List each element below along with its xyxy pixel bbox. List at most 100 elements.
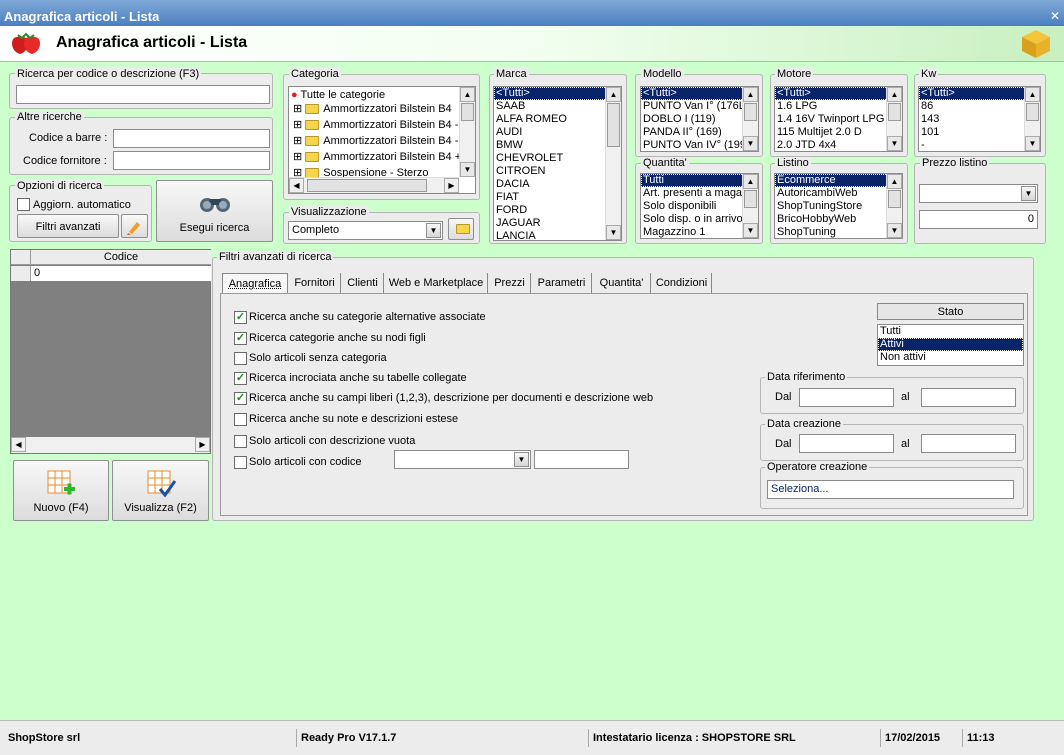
- model-list[interactable]: <Tutti> PUNTO Van I° (176L DOBLO I (119)…: [640, 86, 759, 152]
- check-no-category[interactable]: [234, 352, 247, 365]
- state-option[interactable]: Tutti: [878, 325, 1023, 338]
- price-operator-select[interactable]: ▼: [919, 184, 1038, 203]
- creation-date-from-input[interactable]: [799, 434, 894, 453]
- pricelist-option[interactable]: Ecommerce: [775, 174, 902, 187]
- advanced-filters-button[interactable]: Filtri avanzati: [17, 214, 119, 238]
- tab-web-marketplace[interactable]: Web e Marketplace: [385, 273, 488, 293]
- kw-option[interactable]: 101: [919, 126, 1040, 139]
- filter-brush-button[interactable]: [121, 214, 148, 238]
- quantity-option[interactable]: Art. presenti a maga: [641, 187, 758, 200]
- category-item[interactable]: ⊞ Ammortizzatori Bilstein B4 - PC: [289, 135, 475, 151]
- code-desc-search-input[interactable]: [16, 85, 270, 104]
- quantity-option[interactable]: Magazzino 1: [641, 226, 758, 238]
- new-button[interactable]: Nuovo (F4): [13, 460, 109, 521]
- engine-option[interactable]: 1.4 16V Twinport LPG: [775, 113, 902, 126]
- brand-option[interactable]: BMW: [494, 139, 621, 152]
- state-option[interactable]: Attivi: [878, 338, 1023, 351]
- model-option[interactable]: PUNTO Van IV° (199: [641, 139, 758, 151]
- creator-select[interactable]: Seleziona...: [767, 480, 1014, 499]
- quantity-list[interactable]: Tutti Art. presenti a maga Solo disponib…: [640, 173, 759, 239]
- quantity-option[interactable]: Tutti: [641, 174, 758, 187]
- pricelist-option[interactable]: ShopTuning: [775, 226, 902, 238]
- category-tree[interactable]: ● Tutte le categorie ⊞ Ammortizzatori Bi…: [288, 86, 476, 194]
- check-with-code[interactable]: [234, 456, 247, 469]
- check-alt-categories[interactable]: ✓: [234, 311, 247, 324]
- brand-option[interactable]: ALFA ROMEO: [494, 113, 621, 126]
- supplier-code-input[interactable]: [113, 151, 270, 170]
- brand-option[interactable]: SAAB: [494, 100, 621, 113]
- kw-option[interactable]: 86: [919, 100, 1040, 113]
- quantity-option[interactable]: Solo disponibili: [641, 200, 758, 213]
- tab-anagrafica[interactable]: Anagrafica: [222, 273, 288, 293]
- quantity-vscroll[interactable]: ▲ ▼: [742, 174, 758, 238]
- kw-option[interactable]: <Tutti>: [919, 87, 1040, 100]
- view-folder-button[interactable]: [448, 218, 474, 240]
- brand-option[interactable]: <Tutti>: [494, 87, 621, 100]
- price-amount-input[interactable]: 0: [919, 210, 1038, 229]
- pricelist-option[interactable]: AutoricambiWeb: [775, 187, 902, 200]
- barcode-input[interactable]: [113, 129, 270, 148]
- category-item[interactable]: ⊞ Ammortizzatori Bilstein B4: [289, 103, 475, 119]
- engine-vscroll[interactable]: ▲ ▼: [886, 87, 902, 151]
- grid-column-code[interactable]: Codice: [31, 251, 211, 263]
- model-vscroll[interactable]: ▲ ▼: [742, 87, 758, 151]
- kw-option[interactable]: 143: [919, 113, 1040, 126]
- brand-option[interactable]: CHEVROLET: [494, 152, 621, 165]
- creation-date-to-input[interactable]: [921, 434, 1016, 453]
- kw-list[interactable]: <Tutti> 86 143 101 - ▲ ▼: [918, 86, 1041, 152]
- pricelist-option[interactable]: ShopTuningStore: [775, 200, 902, 213]
- brand-option[interactable]: CITROEN: [494, 165, 621, 178]
- brand-option[interactable]: DACIA: [494, 178, 621, 191]
- category-root[interactable]: ● Tutte le categorie: [289, 87, 475, 103]
- run-search-button[interactable]: Esegui ricerca: [156, 180, 273, 242]
- category-vscroll[interactable]: ▲ ▼: [459, 87, 475, 177]
- results-grid[interactable]: Codice 0 ◀ ▶: [10, 249, 211, 454]
- pricelist-vscroll[interactable]: ▲ ▼: [886, 174, 902, 238]
- engine-option[interactable]: 1.6 LPG: [775, 100, 902, 113]
- check-empty-description[interactable]: [234, 435, 247, 448]
- brand-option[interactable]: LANCIA: [494, 230, 621, 240]
- category-item[interactable]: ⊞ Ammortizzatori Bilstein B4 + B: [289, 151, 475, 167]
- check-free-fields[interactable]: ✓: [234, 392, 247, 405]
- state-list[interactable]: Tutti Attivi Non attivi: [877, 324, 1024, 366]
- grid-hscroll[interactable]: ◀ ▶: [11, 437, 210, 453]
- engine-option[interactable]: <Tutti>: [775, 87, 902, 100]
- model-option[interactable]: DOBLO I (119): [641, 113, 758, 126]
- ref-date-from-input[interactable]: [799, 388, 894, 407]
- tab-clienti[interactable]: Clienti: [342, 273, 384, 293]
- auto-update-checkbox[interactable]: [17, 198, 30, 211]
- brand-list[interactable]: <Tutti> SAAB ALFA ROMEO AUDI BMW CHEVROL…: [493, 86, 622, 241]
- brand-option[interactable]: JAGUAR: [494, 217, 621, 230]
- ref-date-to-input[interactable]: [921, 388, 1016, 407]
- brand-vscroll[interactable]: ▲ ▼: [605, 87, 621, 240]
- category-item[interactable]: ⊞ Sospensione - Sterzo: [289, 167, 475, 177]
- quantity-option[interactable]: Solo disp. o in arrivo: [641, 213, 758, 226]
- kw-vscroll[interactable]: ▲ ▼: [1024, 87, 1040, 151]
- close-icon[interactable]: ✕: [1050, 9, 1060, 23]
- engine-option[interactable]: 115 Multijet 2.0 D: [775, 126, 902, 139]
- check-cross-tables[interactable]: ✓: [234, 372, 247, 385]
- tab-condizioni[interactable]: Condizioni: [652, 273, 712, 293]
- table-row[interactable]: 0: [31, 266, 211, 281]
- engine-option[interactable]: 2.0 JTD 4x4: [775, 139, 902, 151]
- tab-prezzi[interactable]: Prezzi: [489, 273, 531, 293]
- model-option[interactable]: PUNTO Van I° (176L: [641, 100, 758, 113]
- pricelist-list[interactable]: Ecommerce AutoricambiWeb ShopTuningStore…: [774, 173, 903, 239]
- tab-fornitori[interactable]: Fornitori: [289, 273, 341, 293]
- brand-option[interactable]: FIAT: [494, 191, 621, 204]
- view-select[interactable]: Completo ▼: [288, 221, 443, 240]
- tab-parametri[interactable]: Parametri: [532, 273, 592, 293]
- check-child-nodes[interactable]: ✓: [234, 332, 247, 345]
- pricelist-option[interactable]: BricoHobbyWeb: [775, 213, 902, 226]
- category-hscroll[interactable]: ◀ ▶: [289, 177, 459, 193]
- code-filter-input[interactable]: [534, 450, 629, 469]
- kw-option[interactable]: -: [919, 139, 1040, 151]
- brand-option[interactable]: FORD: [494, 204, 621, 217]
- check-notes[interactable]: [234, 413, 247, 426]
- tab-quantita[interactable]: Quantita': [593, 273, 651, 293]
- state-option[interactable]: Non attivi: [878, 351, 1023, 364]
- view-button[interactable]: Visualizza (F2): [112, 460, 209, 521]
- brand-option[interactable]: AUDI: [494, 126, 621, 139]
- engine-list[interactable]: <Tutti> 1.6 LPG 1.4 16V Twinport LPG 115…: [774, 86, 903, 152]
- model-option[interactable]: <Tutti>: [641, 87, 758, 100]
